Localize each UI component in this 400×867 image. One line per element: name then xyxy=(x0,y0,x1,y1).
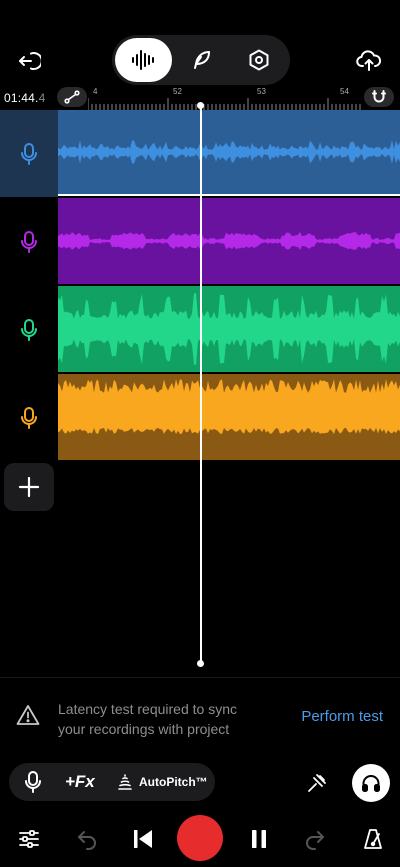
microphone-icon xyxy=(25,771,41,793)
hexagon-settings-icon xyxy=(249,49,268,71)
track-3-clip[interactable] xyxy=(58,286,400,372)
track-2-header[interactable] xyxy=(0,198,58,285)
latency-banner: Latency test required to sync your recor… xyxy=(0,690,400,746)
tuning-button[interactable] xyxy=(302,770,332,796)
warning-icon xyxy=(16,705,40,725)
skip-back-button[interactable] xyxy=(126,822,160,856)
playhead[interactable] xyxy=(200,104,202,665)
waveform-mode-button[interactable] xyxy=(115,38,172,82)
ruler-label: 52 xyxy=(173,87,182,96)
track-1-header[interactable] xyxy=(0,110,58,197)
tuning-fork-icon xyxy=(308,774,326,792)
waveform-path xyxy=(58,293,400,365)
latency-message: Latency test required to sync your recor… xyxy=(58,701,237,737)
track-2-clip[interactable] xyxy=(58,198,400,284)
waveform-path xyxy=(58,379,400,435)
record-input-button[interactable] xyxy=(23,763,43,801)
track-1-clip[interactable] xyxy=(58,110,400,196)
track-4-header[interactable] xyxy=(0,374,58,461)
plus-icon xyxy=(18,476,40,498)
autopitch-button[interactable]: AutoPitch™ xyxy=(117,763,208,801)
ruler-label: 4 xyxy=(93,87,98,96)
waveform-icon xyxy=(131,50,154,70)
settings-mode-button[interactable] xyxy=(230,38,287,82)
mixer-button[interactable] xyxy=(12,822,46,856)
waveform-path xyxy=(58,140,400,164)
track-3-waveform xyxy=(58,293,400,365)
feather-icon xyxy=(193,51,210,69)
upload-button[interactable] xyxy=(352,44,386,78)
ruler-label: 54 xyxy=(340,87,349,96)
track-4-waveform xyxy=(58,379,400,435)
cloud-upload-icon xyxy=(356,50,382,71)
magnet-icon xyxy=(372,90,386,103)
undo-button[interactable] xyxy=(70,822,104,856)
track-2-waveform xyxy=(58,232,400,250)
track-3-header[interactable] xyxy=(0,286,58,373)
ruler-ticks xyxy=(88,98,361,110)
snap-button[interactable] xyxy=(364,87,394,107)
lyrics-mode-button[interactable] xyxy=(172,38,229,82)
redo-button[interactable] xyxy=(298,822,332,856)
time-readout: 01:44.4 xyxy=(4,91,45,105)
playhead-handle-top[interactable] xyxy=(197,102,204,109)
mode-switcher xyxy=(112,35,290,85)
record-button[interactable] xyxy=(177,815,223,861)
microphone-icon xyxy=(21,230,37,253)
microphone-icon xyxy=(21,142,37,165)
autopitch-icon xyxy=(118,774,132,790)
perform-test-button[interactable]: Perform test xyxy=(301,708,383,725)
sliders-icon xyxy=(19,830,39,848)
tools-pill: +Fx AutoPitch™ xyxy=(9,763,215,801)
add-track-button[interactable] xyxy=(4,463,54,511)
divider xyxy=(0,677,400,678)
pause-icon xyxy=(252,830,266,848)
autopitch-label: AutoPitch™ xyxy=(139,775,208,789)
headphones-icon xyxy=(362,775,380,792)
track-4-clip[interactable] xyxy=(58,374,400,460)
track-1-waveform xyxy=(58,140,400,164)
metronome-button[interactable] xyxy=(356,822,390,856)
skip-back-icon xyxy=(134,830,152,848)
redo-icon xyxy=(306,831,324,850)
time-main: 01:44. xyxy=(4,91,39,105)
playhead-handle-bottom[interactable] xyxy=(197,660,204,667)
monitor-button[interactable] xyxy=(352,764,390,802)
microphone-icon xyxy=(21,318,37,341)
waveform-path xyxy=(58,232,400,250)
exit-icon xyxy=(19,52,41,70)
time-fraction: 4 xyxy=(38,91,46,105)
automation-button[interactable] xyxy=(57,87,87,107)
add-fx-button[interactable]: +Fx xyxy=(65,763,95,801)
top-bar xyxy=(0,0,400,88)
exit-button[interactable] xyxy=(12,44,46,78)
automation-curve-icon xyxy=(64,90,80,104)
ruler-label: 53 xyxy=(257,87,266,96)
pause-button[interactable] xyxy=(242,822,276,856)
undo-icon xyxy=(78,831,96,850)
metronome-icon xyxy=(364,829,382,849)
microphone-icon xyxy=(21,406,37,429)
